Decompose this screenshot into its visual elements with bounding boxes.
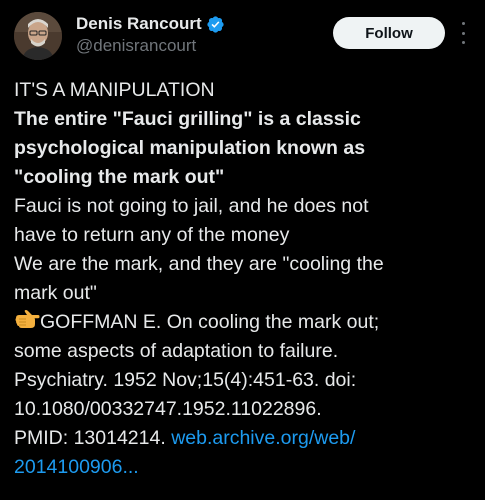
tweet-line: We are the mark, and they are "cooling t… bbox=[14, 253, 384, 275]
author-name-row: Denis Rancourt bbox=[76, 13, 225, 35]
tweet-line-text: PMID: 13014214. bbox=[14, 427, 172, 449]
tweet-line: Psychiatry. 1952 Nov;15(4):451-63. doi: bbox=[14, 369, 357, 391]
tweet-line: have to return any of the money bbox=[14, 224, 290, 246]
tweet-line-with-link: PMID: 13014214. web.archive.org/web/ bbox=[14, 424, 476, 453]
author-handle[interactable]: @denisrancourt bbox=[76, 36, 196, 56]
tweet-line-with-emoji: GOFFMAN E. On cooling the mark out; bbox=[14, 308, 476, 337]
archive-link-continuation[interactable]: 2014100906... bbox=[14, 456, 139, 478]
verified-badge-icon bbox=[206, 15, 225, 34]
more-vertical-icon[interactable] bbox=[458, 22, 468, 44]
tweet-line: Fauci is not going to jail, and he does … bbox=[14, 195, 369, 217]
follow-button[interactable]: Follow bbox=[333, 17, 445, 49]
avatar[interactable] bbox=[14, 12, 62, 60]
tweet-header: Denis Rancourt @denisrancourt Follow bbox=[0, 0, 485, 72]
pointing-right-hand-icon bbox=[14, 309, 40, 331]
tweet-text: IT'S A MANIPULATION The entire "Fauci gr… bbox=[14, 76, 476, 482]
tweet-line-text: GOFFMAN E. On cooling the mark out; bbox=[40, 311, 380, 333]
tweet-line: The entire "Fauci grilling" is a classic bbox=[14, 108, 361, 130]
tweet-line: some aspects of adaptation to failure. bbox=[14, 340, 339, 362]
tweet-line: mark out" bbox=[14, 282, 97, 304]
author-display-name[interactable]: Denis Rancourt bbox=[76, 14, 202, 34]
tweet-line: IT'S A MANIPULATION bbox=[14, 79, 215, 101]
tweet-line: "cooling the mark out" bbox=[14, 166, 225, 188]
tweet-line: psychological manipulation known as bbox=[14, 137, 366, 159]
tweet-line-link: 2014100906... bbox=[14, 453, 476, 482]
avatar-photo-icon bbox=[14, 12, 62, 60]
archive-link[interactable]: web.archive.org/web/ bbox=[171, 427, 355, 449]
tweet-line: 10.1080/00332747.1952.11022896. bbox=[14, 398, 322, 420]
